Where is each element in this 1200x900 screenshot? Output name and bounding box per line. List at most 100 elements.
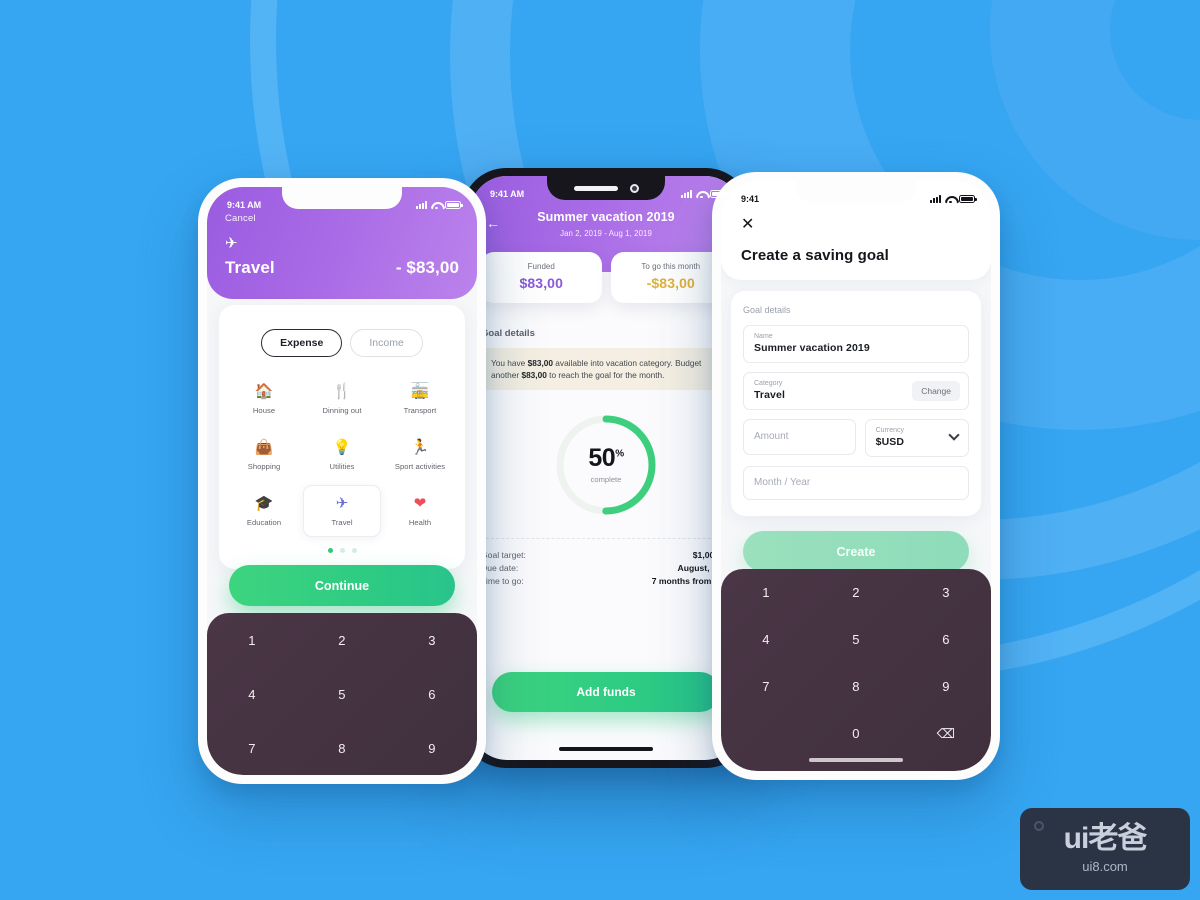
pager-dot-3[interactable] [351,548,357,553]
month-year-field[interactable]: Month / Year [743,466,969,500]
lightbulb-icon: 💡 [332,439,352,456]
back-arrow-icon[interactable]: ← [486,216,500,230]
phone1-keypad[interactable]: 1 2 3 4 5 6 7 8 9 [207,613,477,775]
detail-key: Due date: [481,562,519,573]
category-shopping[interactable]: 👜 Shopping [225,429,303,481]
expense-amount: - $83,00 [395,258,459,277]
home-indicator [809,758,903,762]
pager-dot-2[interactable] [339,548,345,553]
watermark: ui老爸 ui8.com [1020,808,1190,890]
statusbar-time: 9:41 AM [490,189,525,199]
key-1[interactable]: 1 [762,585,770,600]
change-category-button[interactable]: Change [912,381,960,401]
key-8[interactable]: 8 [852,679,860,694]
close-icon[interactable]: ✕ [741,217,971,233]
phone-add-expense: Cancel ✈ Travel - $83,00 9:41 AM Expense… [198,178,486,784]
category-education[interactable]: 🎓 Education [225,485,303,537]
statusbar-icons [416,201,463,209]
category-dinning-out[interactable]: 🍴 Dinning out [303,373,381,425]
wifi-icon [945,195,955,203]
category-label: Utilities [329,462,355,471]
detail-key: Goal target: [481,549,526,560]
amount-placeholder: Amount [754,431,789,442]
key-0[interactable]: 0 [852,726,860,741]
pager-dots[interactable] [219,548,465,553]
wifi-icon [431,201,441,209]
section-title: Goal details [481,328,535,339]
key-5[interactable]: 5 [852,632,860,647]
goal-form-card: Goal details Name Summer vacation 2019 C… [731,291,981,516]
key-7[interactable]: 7 [762,679,770,694]
detail-row: Time to go: 7 months from now [481,574,731,587]
category-transport[interactable]: 🚋 Transport [381,373,459,425]
category-label: Travel [331,518,353,527]
key-6[interactable]: 6 [428,687,436,702]
create-label: Create [836,544,876,559]
category-title: Travel [225,258,275,277]
key-7[interactable]: 7 [248,741,256,756]
category-travel[interactable]: ✈ Travel [303,485,381,537]
key-8[interactable]: 8 [338,741,346,756]
field-value: $USD [875,436,905,448]
speaker-icon [573,185,618,191]
battery-icon [959,195,977,203]
watermark-dot-icon [1034,821,1044,831]
add-funds-label: Add funds [576,685,636,699]
note-amount-2: $83,00 [521,370,547,381]
backspace-icon[interactable]: ⌫ [937,726,956,742]
key-2[interactable]: 2 [338,633,346,648]
add-funds-button[interactable]: Add funds [492,672,720,712]
detail-row: Goal target: $1,000,00 [481,548,731,561]
stat-value: -$83,00 [646,275,695,291]
progress-ring-center: 50% complete [588,446,624,485]
runner-icon: 🏃 [410,439,430,456]
phone2-screen: ← Summer vacation 2019 Jan 2, 2019 - Aug… [470,176,742,760]
airplane-icon: ✈ [225,235,238,252]
key-3[interactable]: 3 [428,633,436,648]
amount-field[interactable]: Amount [743,419,856,455]
note-amount-1: $83,00 [527,358,553,368]
cutlery-icon: 🍴 [332,383,352,400]
statusbar-icons [681,190,728,198]
airplane-icon: ✈ [335,495,349,512]
segment-expense[interactable]: Expense [261,329,343,357]
detail-row: Due date: August, 2019 [481,561,731,574]
segment-income[interactable]: Income [350,329,423,357]
amount-currency-row: Amount Currency $USD [743,419,969,457]
key-1[interactable]: 1 [248,633,256,648]
heartbeat-icon: ❤ [413,495,427,512]
key-4[interactable]: 4 [762,632,770,647]
phone1-screen: Cancel ✈ Travel - $83,00 9:41 AM Expense… [207,187,477,775]
key-6[interactable]: 6 [942,632,950,647]
name-field[interactable]: Name Summer vacation 2019 [743,325,969,363]
progress-caption: complete [590,475,622,485]
key-3[interactable]: 3 [942,585,950,600]
pager-dot-1[interactable] [327,548,333,553]
category-sport-activities[interactable]: 🏃 Sport activities [381,429,459,481]
field-label: Currency [875,427,905,434]
key-4[interactable]: 4 [248,687,256,702]
continue-button[interactable]: Continue [229,565,455,606]
continue-label: Continue [314,578,370,593]
phone3-notch [796,181,916,203]
category-house[interactable]: 🏠 House [225,373,303,425]
stat-label: Funded [527,262,555,271]
category-utilities[interactable]: 💡 Utilities [303,429,381,481]
key-2[interactable]: 2 [852,585,860,600]
category-field[interactable]: Category Travel Change [743,372,969,410]
category-grid: 🏠 House 🍴 Dinning out 🚋 Transport 👜 Shop… [219,373,465,537]
key-9[interactable]: 9 [428,741,436,756]
currency-field[interactable]: Currency $USD [864,419,969,457]
key-5[interactable]: 5 [338,687,346,702]
key-9[interactable]: 9 [942,679,950,694]
battery-icon [445,201,463,209]
category-health[interactable]: ❤ Health [381,485,459,537]
phone-goal-detail: ← Summer vacation 2019 Jan 2, 2019 - Aug… [462,168,750,768]
camera-icon [629,183,639,193]
stat-label: To go this month [641,262,701,271]
page-title: Create a saving goal [741,247,889,264]
goal-stats: Funded $83,00 To go this month -$83,00 [481,252,731,303]
statusbar-time: 9:41 [741,194,760,204]
create-button[interactable]: Create [743,531,969,572]
phone3-keypad[interactable]: 1 2 3 4 5 6 7 8 9 0 ⌫ [721,569,991,771]
